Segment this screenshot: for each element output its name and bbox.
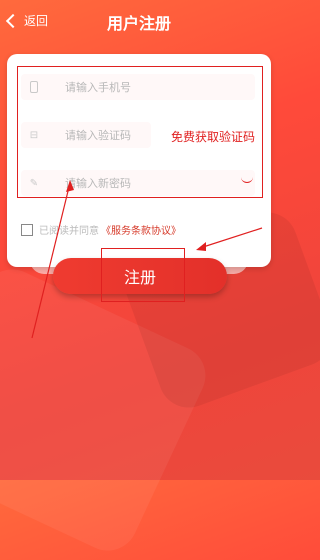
agreement-row: 已阅读并同意 《服务条款协议》 [21,222,181,237]
register-form-card: 请输入手机号 ⊟ 请输入验证码 免费获取验证码 ✎ 请输入新密码 已阅读并同意 … [7,54,271,267]
code-input[interactable]: ⊟ 请输入验证码 [21,122,151,148]
get-code-button[interactable]: 免费获取验证码 [171,128,255,145]
password-input[interactable]: ✎ 请输入新密码 [21,170,255,196]
code-placeholder: 请输入验证码 [65,129,131,142]
agree-checkbox[interactable] [21,223,33,236]
shield-icon: ⊟ [29,129,39,141]
pencil-icon: ✎ [29,177,39,189]
phone-input[interactable]: 请输入手机号 [21,74,255,100]
phone-icon [21,81,47,93]
agreement-prefix: 已阅读并同意 [39,226,99,237]
password-placeholder: 请输入新密码 [65,177,131,190]
phone-placeholder: 请输入手机号 [65,81,131,94]
page-title: 用户注册 [106,14,171,33]
top-bar: 返回 用户注册 [0,0,278,40]
register-button[interactable]: 注册 [53,258,227,294]
terms-link[interactable]: 《服务条款协议》 [101,222,181,237]
